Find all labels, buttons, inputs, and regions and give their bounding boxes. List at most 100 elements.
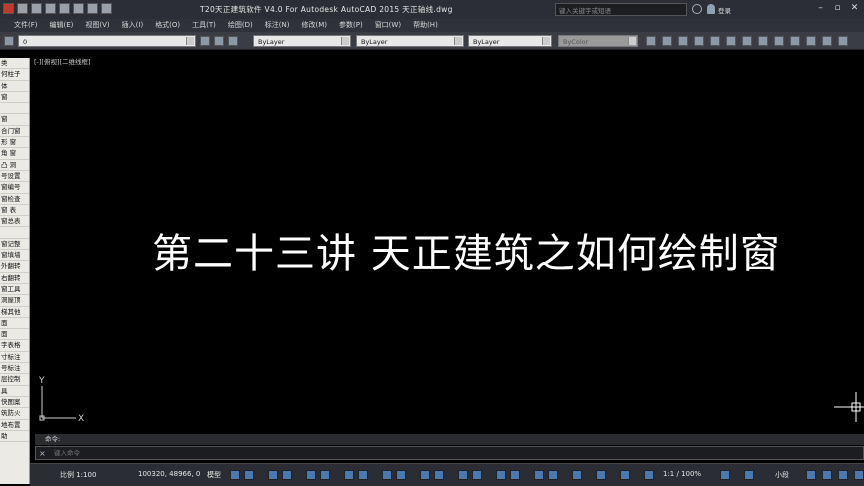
linetype-dropdown[interactable]: ByLayer <box>356 35 464 47</box>
tool-icon-13[interactable] <box>838 36 848 46</box>
layer-state-icon[interactable] <box>4 36 14 46</box>
infer-constraints-icon[interactable] <box>268 470 278 480</box>
palette-item[interactable]: 何柱子 <box>0 69 29 81</box>
annotation-visibility-icon[interactable] <box>534 470 544 480</box>
palette-item[interactable]: 号设置 <box>0 171 29 183</box>
palette-item[interactable]: 合门窗 <box>0 126 29 138</box>
tool-icon-2[interactable] <box>662 36 672 46</box>
tool-icon-12[interactable] <box>822 36 832 46</box>
palette-item[interactable]: 窗 <box>0 92 29 104</box>
palette-item[interactable]: 体 <box>0 81 29 92</box>
tool-icon-6[interactable] <box>726 36 736 46</box>
palette-item[interactable]: 梯其他 <box>0 307 29 318</box>
menu-parametric[interactable]: 参数(P) <box>333 19 369 32</box>
palette-item[interactable]: 层控制 <box>0 374 29 386</box>
palette-item[interactable]: 窗 表 <box>0 205 29 217</box>
tool-icon-3[interactable] <box>678 36 688 46</box>
palette-item[interactable]: 窗工具 <box>0 284 29 296</box>
annotation-add-icon[interactable] <box>744 470 754 480</box>
palette-item[interactable]: 面 <box>0 329 29 341</box>
menu-format[interactable]: 格式(O) <box>149 19 186 32</box>
quick-properties-icon[interactable] <box>620 470 630 480</box>
grid-icon[interactable] <box>230 470 240 480</box>
layer-dropdown[interactable]: 0 <box>18 35 196 47</box>
tool-icon-4[interactable] <box>694 36 704 46</box>
make-current-icon[interactable] <box>214 36 224 46</box>
palette-item[interactable]: 洞屋顶 <box>0 295 29 307</box>
object-snap-icon[interactable] <box>382 470 392 480</box>
ortho-icon[interactable] <box>306 470 316 480</box>
menu-file[interactable]: 文件(F) <box>8 19 44 32</box>
units-icon[interactable] <box>596 470 606 480</box>
tool-icon-8[interactable] <box>758 36 768 46</box>
layer-previous-icon[interactable] <box>228 36 238 46</box>
isolate-objects-icon[interactable] <box>806 470 816 480</box>
search-input[interactable]: 键入关键字或短语 <box>555 3 687 16</box>
tool-icon-10[interactable] <box>790 36 800 46</box>
palette-item[interactable]: 地布置 <box>0 420 29 431</box>
new-file-icon[interactable] <box>17 3 28 14</box>
palette-item[interactable]: 快图案 <box>0 397 29 409</box>
tool-icon-11[interactable] <box>806 36 816 46</box>
hardware-acceleration-icon[interactable] <box>822 470 832 480</box>
palette-item[interactable]: 窗填墙 <box>0 250 29 262</box>
user-icon[interactable] <box>707 4 715 14</box>
palette-item[interactable]: 字表格 <box>0 340 29 352</box>
tool-icon-1[interactable] <box>646 36 656 46</box>
minimize-icon[interactable]: – <box>815 3 826 14</box>
gizmo-icon[interactable] <box>510 470 520 480</box>
clean-screen-icon[interactable] <box>838 470 848 480</box>
menu-tools[interactable]: 工具(T) <box>186 19 222 32</box>
print-icon[interactable] <box>73 3 84 14</box>
palette-item[interactable]: 号标注 <box>0 363 29 375</box>
workspace-gear-icon[interactable] <box>720 470 730 480</box>
auto-scale-icon[interactable] <box>548 470 558 480</box>
plotstyle-dropdown[interactable]: ByColor <box>558 35 638 47</box>
palette-item[interactable]: 窗编号 <box>0 182 29 194</box>
undo-icon[interactable] <box>87 3 98 14</box>
selection-filter-icon[interactable] <box>496 470 506 480</box>
app-logo-icon[interactable] <box>3 3 14 14</box>
model-space-button[interactable]: 模型 <box>207 470 221 480</box>
palette-item[interactable]: 筑防火 <box>0 408 29 420</box>
close-icon[interactable]: ✕ <box>849 3 860 14</box>
workspace-switch[interactable]: 小段 <box>775 470 789 480</box>
save-as-icon[interactable] <box>59 3 70 14</box>
palette-item[interactable] <box>0 227 29 239</box>
menu-view[interactable]: 视图(V) <box>79 19 115 32</box>
annotation-scale[interactable]: 1:1 / 100% <box>663 470 701 478</box>
palette-item[interactable]: 助 <box>0 431 29 443</box>
transparency-icon[interactable] <box>420 470 430 480</box>
search-icon[interactable] <box>692 4 702 14</box>
menu-window[interactable]: 窗口(W) <box>369 19 407 32</box>
dynamic-input-icon[interactable] <box>282 470 292 480</box>
polar-icon[interactable] <box>320 470 330 480</box>
tool-icon-5[interactable] <box>710 36 720 46</box>
viewport-controls-label[interactable]: [-][俯视][二维线框] <box>34 56 91 66</box>
menu-modify[interactable]: 修改(M) <box>295 19 333 32</box>
drawing-scale[interactable]: 比例 1:100 <box>60 470 96 480</box>
tool-icon-9[interactable] <box>774 36 784 46</box>
menu-help[interactable]: 帮助(H) <box>407 19 444 32</box>
isometric-icon[interactable] <box>344 470 354 480</box>
customization-icon[interactable] <box>854 470 864 480</box>
lineweight-dropdown[interactable]: ByLayer <box>468 35 552 47</box>
palette-item[interactable]: 窗 <box>0 114 29 126</box>
palette-item[interactable]: 角 窗 <box>0 148 29 160</box>
close-icon[interactable]: × <box>39 449 48 458</box>
login-link[interactable]: 登录 <box>718 5 731 15</box>
tool-icon-7[interactable] <box>742 36 752 46</box>
palette-item[interactable]: 窗检查 <box>0 194 29 205</box>
palette-item[interactable] <box>0 103 29 115</box>
menu-draw[interactable]: 绘图(D) <box>222 19 259 32</box>
lineweight-icon[interactable] <box>396 470 406 480</box>
palette-item[interactable]: 窗记整 <box>0 239 29 251</box>
palette-item[interactable]: 具 <box>0 386 29 397</box>
3d-osnap-icon[interactable] <box>458 470 468 480</box>
layer-properties-icon[interactable] <box>200 36 210 46</box>
palette-item[interactable]: 凸 洞 <box>0 160 29 171</box>
menu-dimension[interactable]: 标注(N) <box>259 19 296 32</box>
palette-item[interactable]: 外翻转 <box>0 261 29 273</box>
open-file-icon[interactable] <box>31 3 42 14</box>
snap-icon[interactable] <box>244 470 254 480</box>
